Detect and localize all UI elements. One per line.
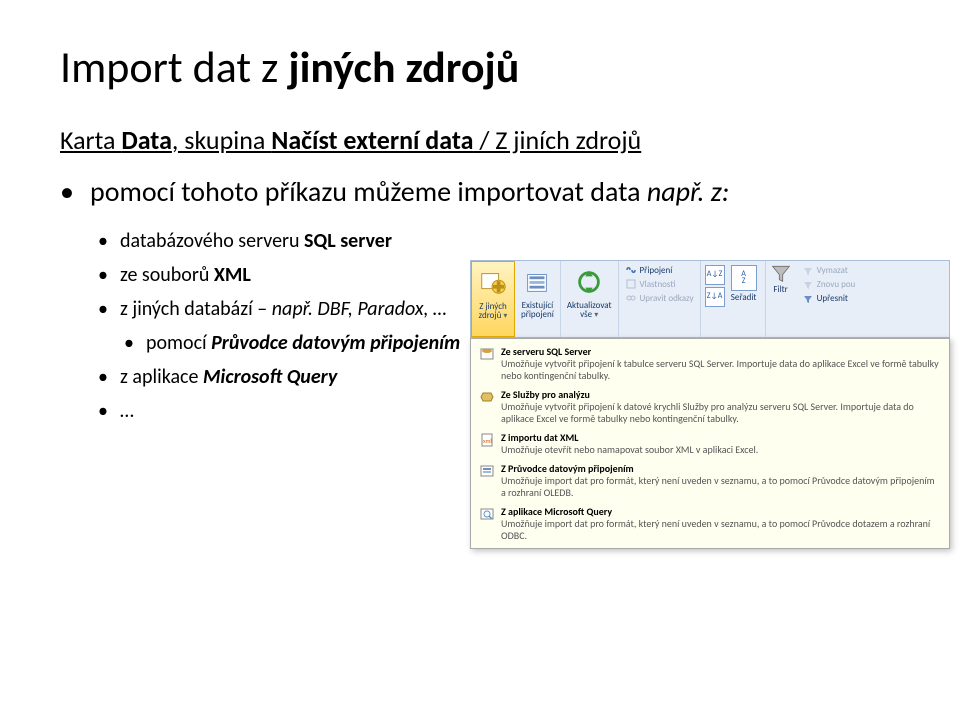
main-bullet: pomocí tohoto příkazu můžeme importovat … [90, 174, 900, 210]
wizard-icon [479, 463, 495, 479]
slide-title: Import dat z jiných zdrojů [60, 40, 900, 94]
analysis-icon [479, 389, 495, 405]
connections-group: Připojení Vlastnosti Upravit odkazy [619, 261, 701, 337]
properties-option[interactable]: Vlastnosti [625, 278, 694, 290]
sub-bullet-wizard: pomocí Průvodce datovým připojením [146, 330, 506, 356]
connections-option[interactable]: Připojení [625, 264, 694, 276]
edit-links-option[interactable]: Upravit odkazy [625, 292, 694, 304]
advanced-option[interactable]: Upřesnit [802, 292, 856, 304]
sql-server-icon [479, 346, 495, 362]
sort-az-button[interactable]: A↓Z [705, 265, 725, 285]
refresh-icon [574, 267, 604, 297]
sub-bullet-ellipsis: … [120, 398, 480, 424]
ribbon-screenshot: Z jinýchzdrojů ▾ Existujícípřipojení Akt… [470, 260, 950, 549]
tooltip-item-wizard[interactable]: Z Průvodce datovým připojenímUmožňuje im… [479, 462, 941, 499]
svg-text:xml: xml [483, 437, 492, 445]
tooltip-item-sql[interactable]: Ze serveru SQL ServerUmožňuje vytvořit p… [479, 345, 941, 382]
advanced-icon [802, 292, 814, 304]
clear-icon [802, 264, 814, 276]
properties-icon [625, 278, 637, 290]
from-other-sources-button[interactable]: Z jinýchzdrojů ▾ [471, 261, 515, 337]
chevron-down-icon: ▾ [503, 311, 507, 321]
msquery-icon [479, 506, 495, 522]
link-icon [625, 264, 637, 276]
tooltip-item-analysis[interactable]: Ze Služby pro analýzuUmožňuje vytvořit p… [479, 388, 941, 425]
title-bold: jiných zdrojů [288, 40, 519, 94]
sub-bullet-otherdb: z jiných databází – např. DBF, Paradox, … [120, 296, 480, 322]
sort-icon: AZ [731, 265, 757, 291]
sub-bullet-sql: databázového serveru SQL server [120, 228, 480, 254]
excel-ribbon: Z jinýchzdrojů ▾ Existujícípřipojení Akt… [470, 260, 950, 338]
chevron-down-icon: ▾ [594, 310, 598, 320]
tooltip-item-msquery[interactable]: Z aplikace Microsoft QueryUmožňuje impor… [479, 505, 941, 542]
filter-options: Vymazat Znovu pou Upřesnit [796, 261, 862, 337]
sort-za-button[interactable]: Z↓A [705, 287, 725, 307]
refresh-all-button[interactable]: Aktualizovatvše ▾ [561, 261, 619, 337]
reapply-option[interactable]: Znovu pou [802, 278, 856, 290]
sub-bullet-msquery: z aplikace Microsoft Query [120, 364, 480, 390]
sort-button[interactable]: AZ Seřadit [727, 265, 761, 333]
sources-tooltip: Ze serveru SQL ServerUmožňuje vytvořit p… [470, 338, 950, 549]
sub-bullet-xml: ze souborů XML [120, 262, 480, 288]
funnel-icon [770, 263, 792, 283]
sort-group: A↓Z Z↓A AZ Seřadit [701, 261, 766, 337]
filter-button[interactable]: Filtr [766, 261, 796, 337]
clear-option[interactable]: Vymazat [802, 264, 856, 276]
other-sources-icon [478, 268, 508, 298]
existing-connections-icon [522, 267, 552, 297]
subtitle: Karta Data, skupina Načíst externí data … [60, 124, 900, 156]
edit-link-icon [625, 292, 637, 304]
existing-connections-button[interactable]: Existujícípřipojení [515, 261, 561, 337]
xml-icon: xml [479, 432, 495, 448]
reapply-icon [802, 278, 814, 290]
tooltip-item-xml[interactable]: xml Z importu dat XMLUmožňuje otevřít ne… [479, 431, 941, 456]
title-pre: Import dat z [60, 40, 288, 94]
